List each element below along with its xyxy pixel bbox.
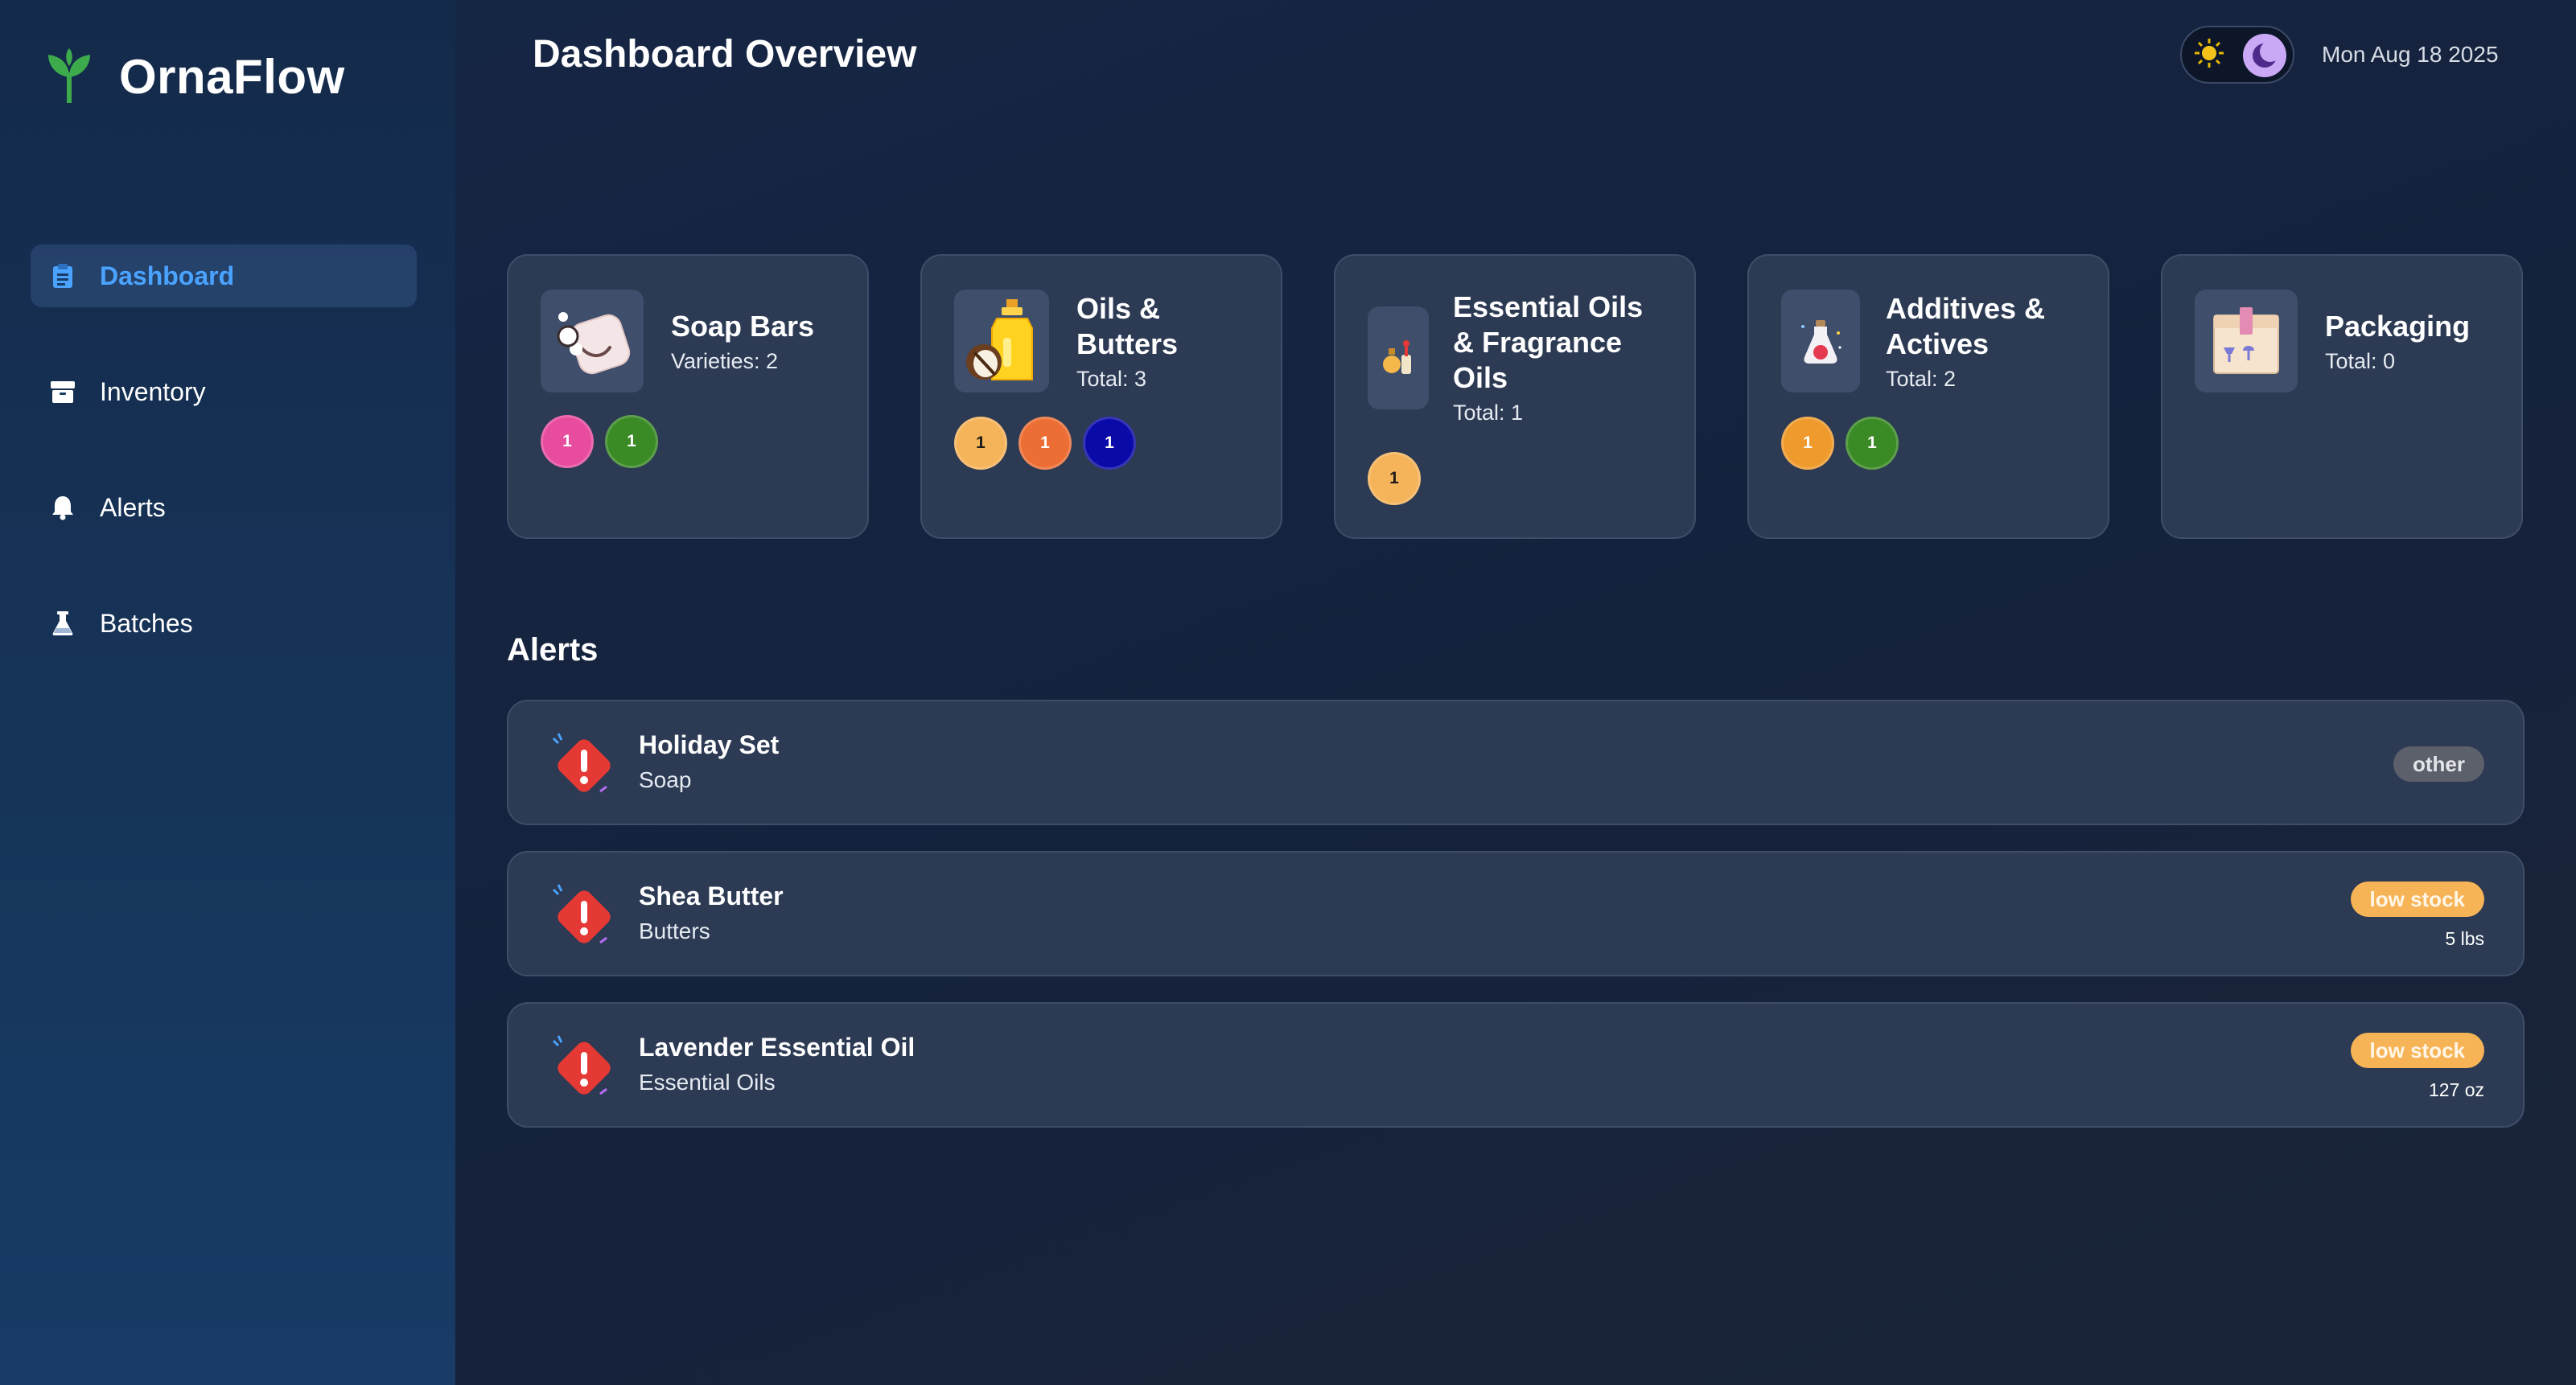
brand[interactable]: OrnaFlow (45, 42, 345, 111)
alert-row[interactable]: Lavender Essential Oil Essential Oils lo… (507, 1002, 2525, 1128)
item-count-badge[interactable]: 1 (1018, 417, 1072, 470)
card-badges: 1 (1368, 452, 1432, 505)
sidebar-item-label: Batches (100, 608, 193, 638)
card-badges: 1 1 (541, 415, 669, 468)
category-card-essential-oils[interactable]: Essential Oils & Fragrance Oils Total: 1… (1334, 254, 1696, 539)
item-count-badge[interactable]: 1 (541, 415, 594, 468)
card-subtitle: Total: 0 (2325, 348, 2396, 373)
card-title: Additives & Actives (1886, 291, 2046, 360)
alert-row[interactable]: Shea Butter Butters low stock 5 lbs (507, 851, 2525, 976)
item-count-badge[interactable]: 1 (1368, 452, 1421, 505)
sidebar-nav: Dashboard Inventory Alerts Batches (31, 245, 417, 708)
soap-icon (541, 290, 644, 392)
stock-quantity: 127 oz (2428, 1079, 2484, 1100)
status-badge: other (2393, 746, 2484, 782)
category-cards: Soap Bars Varieties: 2 1 1 Oils & Butter… (507, 254, 2523, 539)
sidebar: OrnaFlow Dashboard Inventory Alerts Batc… (0, 0, 455, 1385)
alert-item-category: Butters (639, 919, 710, 943)
item-count-badge[interactable]: 1 (1781, 417, 1834, 470)
card-title: Oils & Butters (1076, 291, 1179, 360)
alert-warning-icon (552, 884, 611, 944)
alert-row[interactable]: Holiday Set Soap other (507, 700, 2525, 825)
card-badges: 1 1 (1781, 417, 1910, 470)
card-title: Packaging (2325, 309, 2471, 343)
alert-item-name: Shea Butter (639, 882, 784, 910)
card-title: Essential Oils & Fragrance Oils (1453, 290, 1644, 394)
item-count-badge[interactable]: 1 (1083, 417, 1136, 470)
card-badges: 1 1 1 (954, 417, 1147, 470)
item-count-badge[interactable]: 1 (1846, 417, 1899, 470)
sidebar-item-label: Dashboard (100, 261, 235, 290)
sidebar-item-label: Inventory (100, 376, 206, 406)
box-icon (50, 379, 76, 405)
status-badge: low stock (2350, 882, 2484, 917)
card-subtitle: Total: 3 (1076, 366, 1147, 391)
stock-quantity: 5 lbs (2445, 928, 2484, 949)
alert-item-category: Essential Oils (639, 1070, 776, 1095)
bell-icon (50, 495, 76, 520)
category-card-oils-butters[interactable]: Oils & Butters Total: 3 1 1 1 (920, 254, 1282, 539)
flask-icon (50, 610, 76, 636)
sun-icon (2195, 39, 2224, 68)
theme-toggle[interactable] (2180, 26, 2294, 84)
card-title: Soap Bars (671, 309, 815, 343)
alert-warning-icon (552, 1035, 611, 1095)
category-card-additives-actives[interactable]: Additives & Actives Total: 2 1 1 (1747, 254, 2109, 539)
sidebar-item-label: Alerts (100, 492, 166, 522)
card-subtitle: Total: 1 (1453, 401, 1524, 425)
sidebar-item-dashboard[interactable]: Dashboard (31, 245, 417, 307)
perfume-icon (1368, 306, 1429, 409)
oil-bottle-coconut-icon (954, 290, 1049, 392)
card-subtitle: Total: 2 (1886, 366, 1957, 391)
page-title: Dashboard Overview (533, 33, 917, 76)
category-card-packaging[interactable]: Packaging Total: 0 (2161, 254, 2523, 539)
moon-toggle-knob[interactable] (2243, 34, 2286, 77)
item-count-badge[interactable]: 1 (954, 417, 1007, 470)
status-badge: low stock (2350, 1033, 2484, 1068)
sidebar-item-inventory[interactable]: Inventory (31, 360, 417, 423)
clipboard-icon (50, 263, 76, 289)
package-box-icon (2195, 290, 2298, 392)
alert-item-name: Holiday Set (639, 730, 780, 759)
moon-icon (2253, 41, 2280, 68)
sidebar-item-alerts[interactable]: Alerts (31, 476, 417, 539)
alert-item-name: Lavender Essential Oil (639, 1033, 916, 1062)
brand-name: OrnaFlow (119, 49, 345, 104)
sidebar-item-batches[interactable]: Batches (31, 592, 417, 655)
category-card-soap-bars[interactable]: Soap Bars Varieties: 2 1 1 (507, 254, 869, 539)
potion-icon (1781, 290, 1860, 392)
current-date: Mon Aug 18 2025 (2322, 42, 2499, 67)
alert-warning-icon (552, 733, 611, 793)
card-subtitle: Varieties: 2 (671, 348, 779, 373)
sprout-logo-icon (48, 48, 90, 103)
alerts-section-title: Alerts (507, 632, 599, 668)
alert-item-category: Soap (639, 767, 692, 792)
item-count-badge[interactable]: 1 (605, 415, 658, 468)
